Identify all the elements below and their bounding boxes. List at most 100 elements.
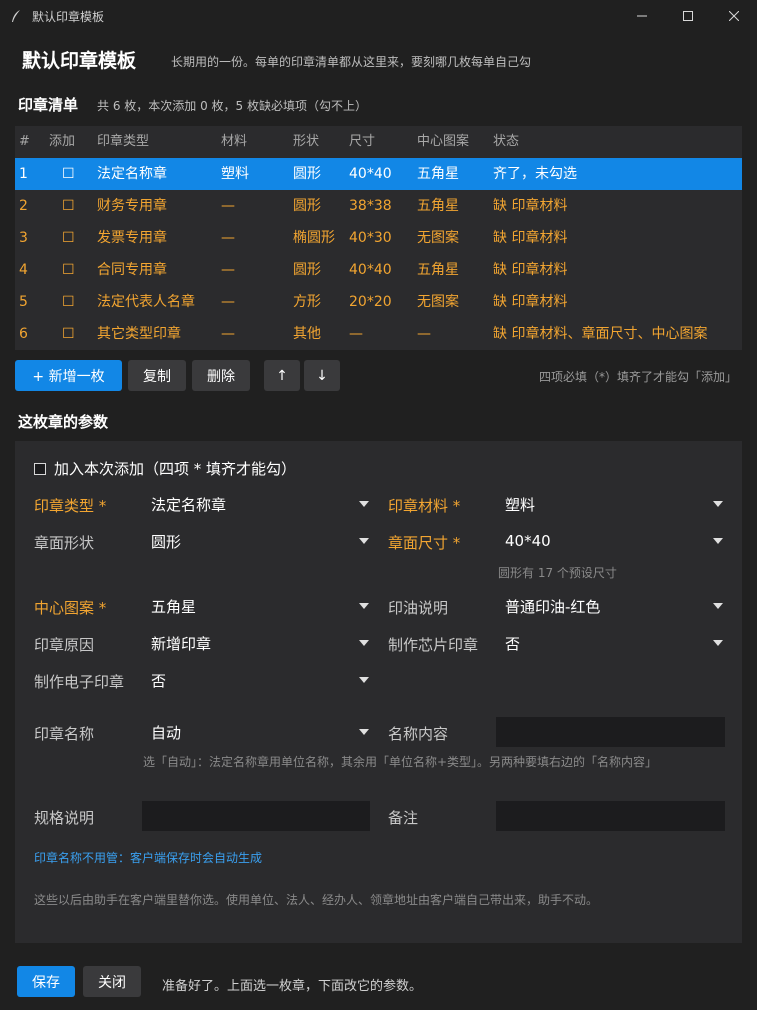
name-content-input[interactable]	[496, 717, 725, 747]
row-shape: 椭圆形	[293, 230, 335, 246]
row-shape: 其他	[293, 326, 321, 342]
table-row[interactable]: 5 ☐ 法定代表人名章 — 方形 20*20 无图案 缺 印章材料	[15, 286, 742, 318]
reason-value: 新增印章	[151, 634, 212, 653]
row-size: —	[349, 326, 363, 342]
seal-name-note: 选「自动」：法定名称章用单位名称，其余用「单位名称+类型」。另两种要填右边的「名…	[143, 755, 658, 769]
row-num: 6	[19, 326, 28, 342]
seal-material-select[interactable]: 塑料	[505, 489, 723, 519]
delete-button[interactable]: 删除	[192, 360, 250, 391]
ink-select[interactable]: 普通印油-红色	[505, 591, 723, 621]
chevron-down-icon	[359, 729, 369, 735]
row-material: —	[221, 326, 235, 342]
row-num: 4	[19, 262, 28, 278]
col-header-add: 添加	[49, 134, 76, 149]
row-type: 合同专用章	[97, 262, 167, 278]
col-header-size: 尺寸	[349, 134, 376, 149]
save-button[interactable]: 保存	[17, 966, 75, 997]
app-feather-icon	[12, 10, 20, 22]
face-size-value: 40*40	[505, 532, 551, 550]
table-row[interactable]: 2 ☐ 财务专用章 — 圆形 38*38 五角星 缺 印章材料	[15, 190, 742, 222]
row-type: 法定名称章	[97, 166, 167, 182]
page-header: 默认印章模板 长期用的一份。每单的印章清单都从这里来，要刻哪几枚每单自己勾	[0, 32, 757, 86]
chip-select[interactable]: 否	[505, 628, 723, 658]
row-num: 5	[19, 294, 28, 310]
chevron-down-icon	[359, 501, 369, 507]
maximize-button[interactable]	[665, 0, 711, 32]
row-size: 40*40	[349, 166, 392, 182]
ink-value: 普通印油-红色	[505, 597, 601, 616]
reason-label: 印章原因	[34, 636, 95, 654]
table-row[interactable]: 1 ☐ 法定名称章 塑料 圆形 40*40 五角星 齐了，未勾选	[15, 158, 742, 190]
params-panel: 加入本次添加（四项 * 填齐才能勾） 印章类型 * 法定名称章 印章材料 * 塑…	[15, 441, 742, 943]
row-type: 法定代表人名章	[97, 294, 195, 310]
add-checkbox[interactable]: ☐	[62, 222, 75, 254]
row-pattern: 五角星	[417, 166, 459, 182]
size-preset-hint: 圆形有 17 个预设尺寸	[498, 566, 617, 580]
seal-name-label: 印章名称	[34, 725, 95, 743]
chevron-down-icon	[713, 640, 723, 646]
center-pattern-value: 五角星	[151, 597, 197, 616]
seal-material-value: 塑料	[505, 495, 536, 514]
add-seal-button[interactable]: + 新增一枚	[15, 360, 122, 391]
row-num: 1	[19, 166, 28, 182]
row-num: 3	[19, 230, 28, 246]
e-seal-select[interactable]: 否	[151, 665, 369, 695]
add-checkbox[interactable]: ☐	[62, 286, 75, 318]
reason-select[interactable]: 新增印章	[151, 628, 369, 658]
params-section-title: 这枚章的参数	[18, 413, 109, 431]
remark-input[interactable]	[496, 801, 725, 831]
name-content-label: 名称内容	[388, 725, 449, 743]
table-row[interactable]: 4 ☐ 合同专用章 — 圆形 40*40 五角星 缺 印章材料	[15, 254, 742, 286]
move-down-button[interactable]: ↓	[304, 360, 340, 391]
face-shape-label: 章面形状	[34, 534, 95, 552]
e-seal-label: 制作电子印章	[34, 673, 125, 691]
chevron-down-icon	[359, 603, 369, 609]
row-shape: 方形	[293, 294, 321, 310]
add-checkbox[interactable]: ☐	[62, 190, 75, 222]
chevron-down-icon	[359, 538, 369, 544]
row-status: 缺 印章材料	[493, 262, 568, 278]
seal-name-select[interactable]: 自动	[151, 717, 369, 747]
chevron-down-icon	[359, 677, 369, 683]
table-row[interactable]: 6 ☐ 其它类型印章 — 其他 — — 缺 印章材料、章面尺寸、中心图案	[15, 318, 742, 350]
table-header: # 添加 印章类型 材料 形状 尺寸 中心图案 状态	[15, 126, 742, 158]
row-type: 财务专用章	[97, 198, 167, 214]
row-material: 塑料	[221, 166, 249, 182]
seal-name-value: 自动	[151, 723, 182, 742]
center-pattern-select[interactable]: 五角星	[151, 591, 369, 621]
face-size-select[interactable]: 40*40	[505, 526, 723, 556]
add-checkbox[interactable]: ☐	[62, 158, 75, 190]
auto-generate-note: 印章名称不用管：客户端保存时会自动生成	[34, 851, 263, 865]
row-status: 齐了，未勾选	[493, 166, 577, 182]
minimize-button[interactable]	[619, 0, 665, 32]
center-pattern-label: 中心图案 *	[34, 599, 107, 617]
list-summary: 共 6 枚，本次添加 0 枚，5 枚缺必填项（勾不上）	[97, 99, 367, 113]
add-checkbox[interactable]: ☐	[62, 254, 75, 286]
seal-type-value: 法定名称章	[151, 495, 227, 514]
row-type: 其它类型印章	[97, 326, 181, 342]
seal-type-select[interactable]: 法定名称章	[151, 489, 369, 519]
face-shape-select[interactable]: 圆形	[151, 526, 369, 556]
add-checkbox[interactable]: ☐	[62, 318, 75, 350]
close-window-button[interactable]	[711, 0, 757, 32]
minimize-icon	[637, 15, 647, 17]
move-up-button[interactable]: ↑	[264, 360, 300, 391]
add-this-time-checkbox[interactable]: 加入本次添加（四项 * 填齐才能勾）	[34, 458, 296, 479]
seal-table: # 添加 印章类型 材料 形状 尺寸 中心图案 状态 1 ☐ 法定名称章 塑料 …	[15, 126, 742, 350]
chevron-down-icon	[713, 501, 723, 507]
list-section-title: 印章清单	[18, 96, 79, 114]
row-pattern: —	[417, 326, 431, 342]
row-pattern: 无图案	[417, 294, 459, 310]
seal-material-label: 印章材料 *	[388, 497, 461, 515]
spec-input[interactable]	[142, 801, 370, 831]
row-size: 40*30	[349, 230, 392, 246]
col-header-num: #	[19, 134, 30, 149]
row-num: 2	[19, 198, 28, 214]
row-shape: 圆形	[293, 198, 321, 214]
copy-button[interactable]: 复制	[128, 360, 186, 391]
close-button[interactable]: 关闭	[83, 966, 141, 997]
footer-bar: 保存 关闭 准备好了。上面选一枚章，下面改它的参数。	[0, 956, 757, 1010]
col-header-pattern: 中心图案	[417, 134, 470, 149]
maximize-icon	[683, 11, 693, 21]
table-row[interactable]: 3 ☐ 发票专用章 — 椭圆形 40*30 无图案 缺 印章材料	[15, 222, 742, 254]
